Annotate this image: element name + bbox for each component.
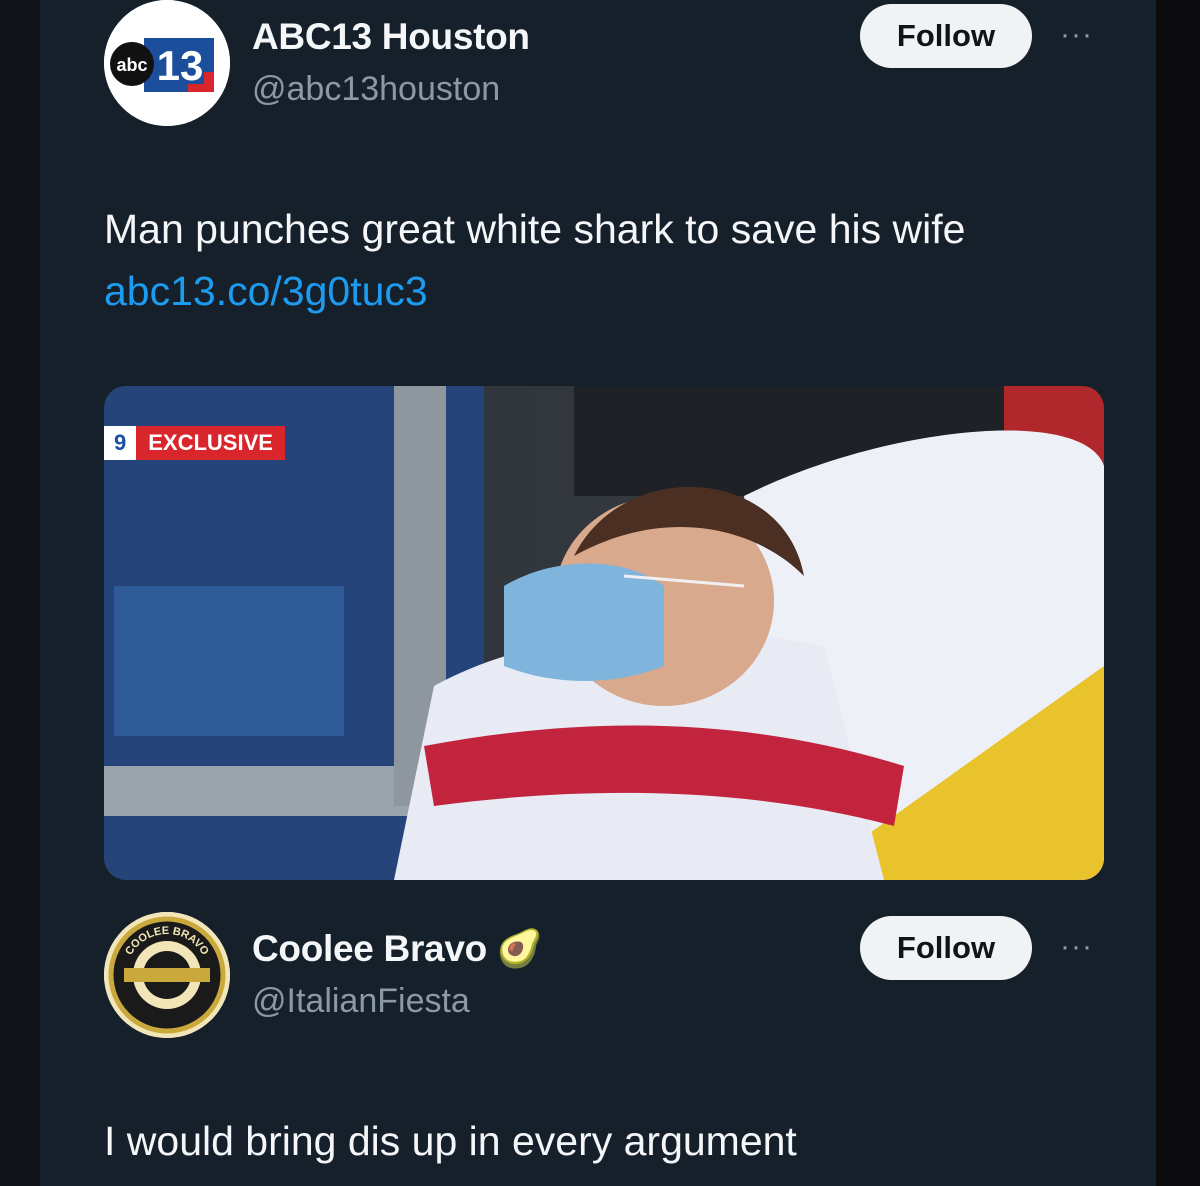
avocado-icon: 🥑 (496, 928, 543, 969)
news-badge: 9 EXCLUSIVE (104, 426, 285, 460)
post-text: Man punches great white shark to save hi… (104, 206, 966, 252)
reply-text: I would bring dis up in every argument (104, 1118, 797, 1164)
svg-text:abc: abc (116, 55, 147, 75)
coolee-bravo-avatar[interactable]: COOLEE BRAVO (104, 912, 230, 1038)
reply-author-handle[interactable]: @ItalianFiesta (252, 982, 470, 1021)
abc13-avatar[interactable]: abc 13 (104, 0, 230, 126)
post-link[interactable]: abc13.co/3g0tuc3 (104, 268, 428, 314)
svg-text:13: 13 (157, 42, 204, 89)
coolee-bravo-logo-icon: COOLEE BRAVO (104, 912, 230, 1038)
right-edge (1156, 0, 1200, 1186)
reply-author-name: Coolee Bravo (252, 928, 487, 969)
channel-badge: 9 (104, 426, 137, 460)
more-options-icon[interactable]: ··· (1060, 18, 1093, 52)
reply-author-name-block[interactable]: Coolee Bravo 🥑 (252, 928, 543, 971)
left-edge (0, 0, 40, 1186)
post-text-block: Man punches great white shark to save hi… (104, 198, 1064, 322)
reply-follow-button[interactable]: Follow (860, 916, 1032, 980)
reply-more-options-icon[interactable]: ··· (1060, 930, 1093, 964)
follow-button[interactable]: Follow (860, 4, 1032, 68)
post-media-image[interactable]: 9 EXCLUSIVE (104, 386, 1104, 880)
post-author-name[interactable]: ABC13 Houston (252, 16, 530, 58)
post-author-handle[interactable]: @abc13houston (252, 70, 500, 109)
ambulance-photo (104, 386, 1104, 880)
exclusive-badge: EXCLUSIVE (136, 426, 285, 460)
abc13-logo-icon: abc 13 (104, 0, 230, 126)
